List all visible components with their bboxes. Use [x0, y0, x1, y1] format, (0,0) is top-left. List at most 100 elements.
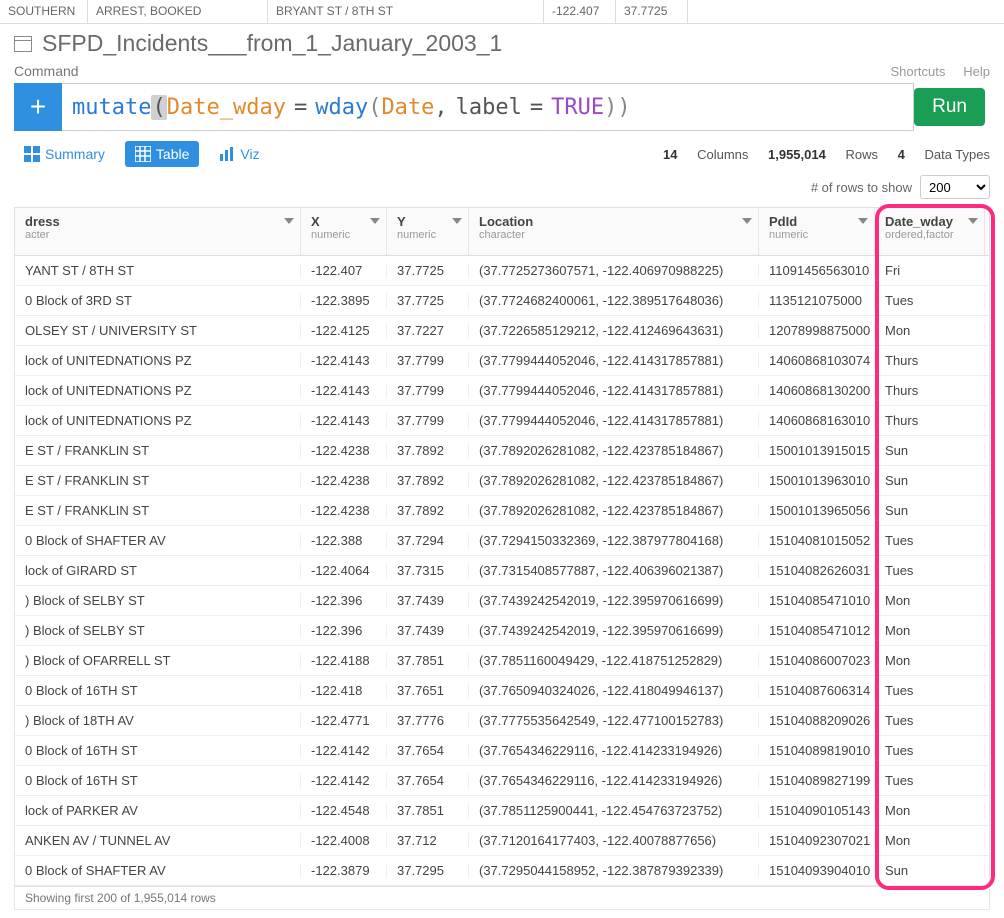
table-row[interactable]: 0 Block of 16TH ST-122.414237.7654(37.76…	[15, 736, 989, 766]
rows-to-show-select[interactable]: 200	[920, 175, 990, 199]
cell-pdid: 14060868130200	[759, 383, 875, 398]
command-input[interactable]: mutate ( Date_wday = wday ( Date , label…	[62, 83, 914, 131]
cell-location: (37.7724682400061, -122.389517648036)	[469, 293, 759, 308]
stats-types-label: Data Types	[924, 147, 990, 162]
view-bar: Summary Table Viz 14 Columns 1,955,014 R…	[0, 141, 1004, 175]
table-row[interactable]: lock of GIRARD ST-122.406437.7315(37.731…	[15, 556, 989, 586]
cell-location: (37.7654346229116, -122.414233194926)	[469, 743, 759, 758]
cell-wday: Tues	[875, 563, 985, 578]
cell-wday: Tues	[875, 683, 985, 698]
cell-pdid: 15104092307021	[759, 833, 875, 848]
table-row[interactable]: E ST / FRANKLIN ST-122.423837.7892(37.78…	[15, 436, 989, 466]
token-eq: =	[286, 95, 315, 120]
chevron-down-icon[interactable]	[370, 218, 380, 228]
cell-wday: Thurs	[875, 383, 985, 398]
cell-address: ) Block of 18TH AV	[15, 713, 301, 728]
cell-x: -122.4142	[301, 773, 387, 788]
table-stats: 14 Columns 1,955,014 Rows 4 Data Types	[647, 147, 990, 162]
cell-y: 37.7315	[387, 563, 469, 578]
cell-y: 37.7799	[387, 353, 469, 368]
chevron-down-icon[interactable]	[742, 218, 752, 228]
chevron-down-icon[interactable]	[858, 218, 868, 228]
table-row[interactable]: lock of PARKER AV-122.454837.7851(37.785…	[15, 796, 989, 826]
view-tabs: Summary Table Viz	[14, 141, 270, 167]
cell-location: (37.7775535642549, -122.477100152783)	[469, 713, 759, 728]
shortcuts-link[interactable]: Shortcuts	[890, 64, 945, 79]
command-bar: + mutate ( Date_wday = wday ( Date , lab…	[14, 83, 990, 131]
cell-address: lock of UNITEDNATIONS PZ	[15, 413, 301, 428]
cell-location: (37.7799444052046, -122.414317857881)	[469, 413, 759, 428]
cell-wday: Tues	[875, 533, 985, 548]
table-row[interactable]: E ST / FRANKLIN ST-122.423837.7892(37.78…	[15, 496, 989, 526]
cell-x: -122.4771	[301, 713, 387, 728]
cell-pdid: 15104090105143	[759, 803, 875, 818]
table-row[interactable]: lock of UNITEDNATIONS PZ-122.414337.7799…	[15, 406, 989, 436]
token-lparen2: (	[368, 95, 381, 120]
cell-location: (37.7892026281082, -122.423785184867)	[469, 503, 759, 518]
column-header-date_wday[interactable]: Date_wdayordered,factor	[875, 208, 985, 255]
tab-table[interactable]: Table	[125, 141, 199, 167]
cell-x: -122.3879	[301, 863, 387, 878]
table-row[interactable]: 0 Block of 3RD ST-122.389537.7725(37.772…	[15, 286, 989, 316]
cell-wday: Sun	[875, 473, 985, 488]
table-row[interactable]: 0 Block of SHAFTER AV-122.38837.7294(37.…	[15, 526, 989, 556]
add-step-button[interactable]: +	[14, 83, 62, 131]
column-header-pdid[interactable]: PdIdnumeric	[759, 208, 875, 255]
cell-y: 37.7651	[387, 683, 469, 698]
cell-wday: Sun	[875, 503, 985, 518]
table-header: dressacterXnumericYnumericLocationcharac…	[15, 208, 989, 256]
table-row[interactable]: 0 Block of 16TH ST-122.41837.7651(37.765…	[15, 676, 989, 706]
table-row[interactable]: ) Block of SELBY ST-122.39637.7439(37.74…	[15, 586, 989, 616]
table-row[interactable]: ANKEN AV / TUNNEL AV-122.400837.712(37.7…	[15, 826, 989, 856]
chevron-down-icon[interactable]	[452, 218, 462, 228]
cell-x: -122.3895	[301, 293, 387, 308]
token-eq2: =	[522, 95, 551, 120]
table-row[interactable]: 0 Block of SHAFTER AV-122.387937.7295(37…	[15, 856, 989, 886]
token-label: label	[448, 95, 522, 120]
cell-x: -122.407	[301, 263, 387, 278]
cell-wday: Tues	[875, 743, 985, 758]
cell-pdid: 14060868163010	[759, 413, 875, 428]
tab-viz[interactable]: Viz	[209, 141, 269, 167]
cell-y: 37.7725	[387, 263, 469, 278]
cell-y: 37.7654	[387, 743, 469, 758]
table-row[interactable]: YANT ST / 8TH ST-122.40737.7725(37.77252…	[15, 256, 989, 286]
cell-wday: Mon	[875, 653, 985, 668]
column-header-y[interactable]: Ynumeric	[387, 208, 469, 255]
cell-wday: Sun	[875, 863, 985, 878]
column-name: X	[311, 214, 378, 229]
token-comma: ,	[434, 95, 447, 120]
cell-y: 37.7776	[387, 713, 469, 728]
table-row[interactable]: ) Block of OFARRELL ST-122.418837.7851(3…	[15, 646, 989, 676]
cell-wday: Mon	[875, 623, 985, 638]
token-true: TRUE	[551, 95, 604, 120]
cell-pdid: 15104082626031	[759, 563, 875, 578]
table-row[interactable]: OLSEY ST / UNIVERSITY ST-122.412537.7227…	[15, 316, 989, 346]
cell-y: 37.7439	[387, 623, 469, 638]
cell-wday: Sun	[875, 443, 985, 458]
cell-x: -122.4143	[301, 413, 387, 428]
cell-pdid: 15104085471010	[759, 593, 875, 608]
help-link[interactable]: Help	[963, 64, 990, 79]
cell-address: 0 Block of SHAFTER AV	[15, 863, 301, 878]
run-button[interactable]: Run	[914, 88, 985, 126]
cell-y: 37.7892	[387, 473, 469, 488]
table-row[interactable]: lock of UNITEDNATIONS PZ-122.414337.7799…	[15, 376, 989, 406]
cell-address: 0 Block of 16TH ST	[15, 683, 301, 698]
table-row[interactable]: E ST / FRANKLIN ST-122.423837.7892(37.78…	[15, 466, 989, 496]
cell-location: (37.7120164177403, -122.40078877656)	[469, 833, 759, 848]
chevron-down-icon[interactable]	[284, 218, 294, 228]
chevron-down-icon[interactable]	[968, 218, 978, 228]
token-wday: wday	[315, 95, 368, 120]
cell-y: 37.7725	[387, 293, 469, 308]
column-header-dress[interactable]: dressacter	[15, 208, 301, 255]
header-crumb: 37.7725	[616, 0, 688, 23]
table-row[interactable]: ) Block of 18TH AV-122.477137.7776(37.77…	[15, 706, 989, 736]
tab-summary[interactable]: Summary	[14, 141, 115, 167]
table-row[interactable]: lock of UNITEDNATIONS PZ-122.414337.7799…	[15, 346, 989, 376]
column-header-x[interactable]: Xnumeric	[301, 208, 387, 255]
table-row[interactable]: ) Block of SELBY ST-122.39637.7439(37.74…	[15, 616, 989, 646]
column-header-location[interactable]: Locationcharacter	[469, 208, 759, 255]
table-row[interactable]: 0 Block of 16TH ST-122.414237.7654(37.76…	[15, 766, 989, 796]
page-title: SFPD_Incidents___from_1_January_2003_1	[42, 30, 502, 57]
